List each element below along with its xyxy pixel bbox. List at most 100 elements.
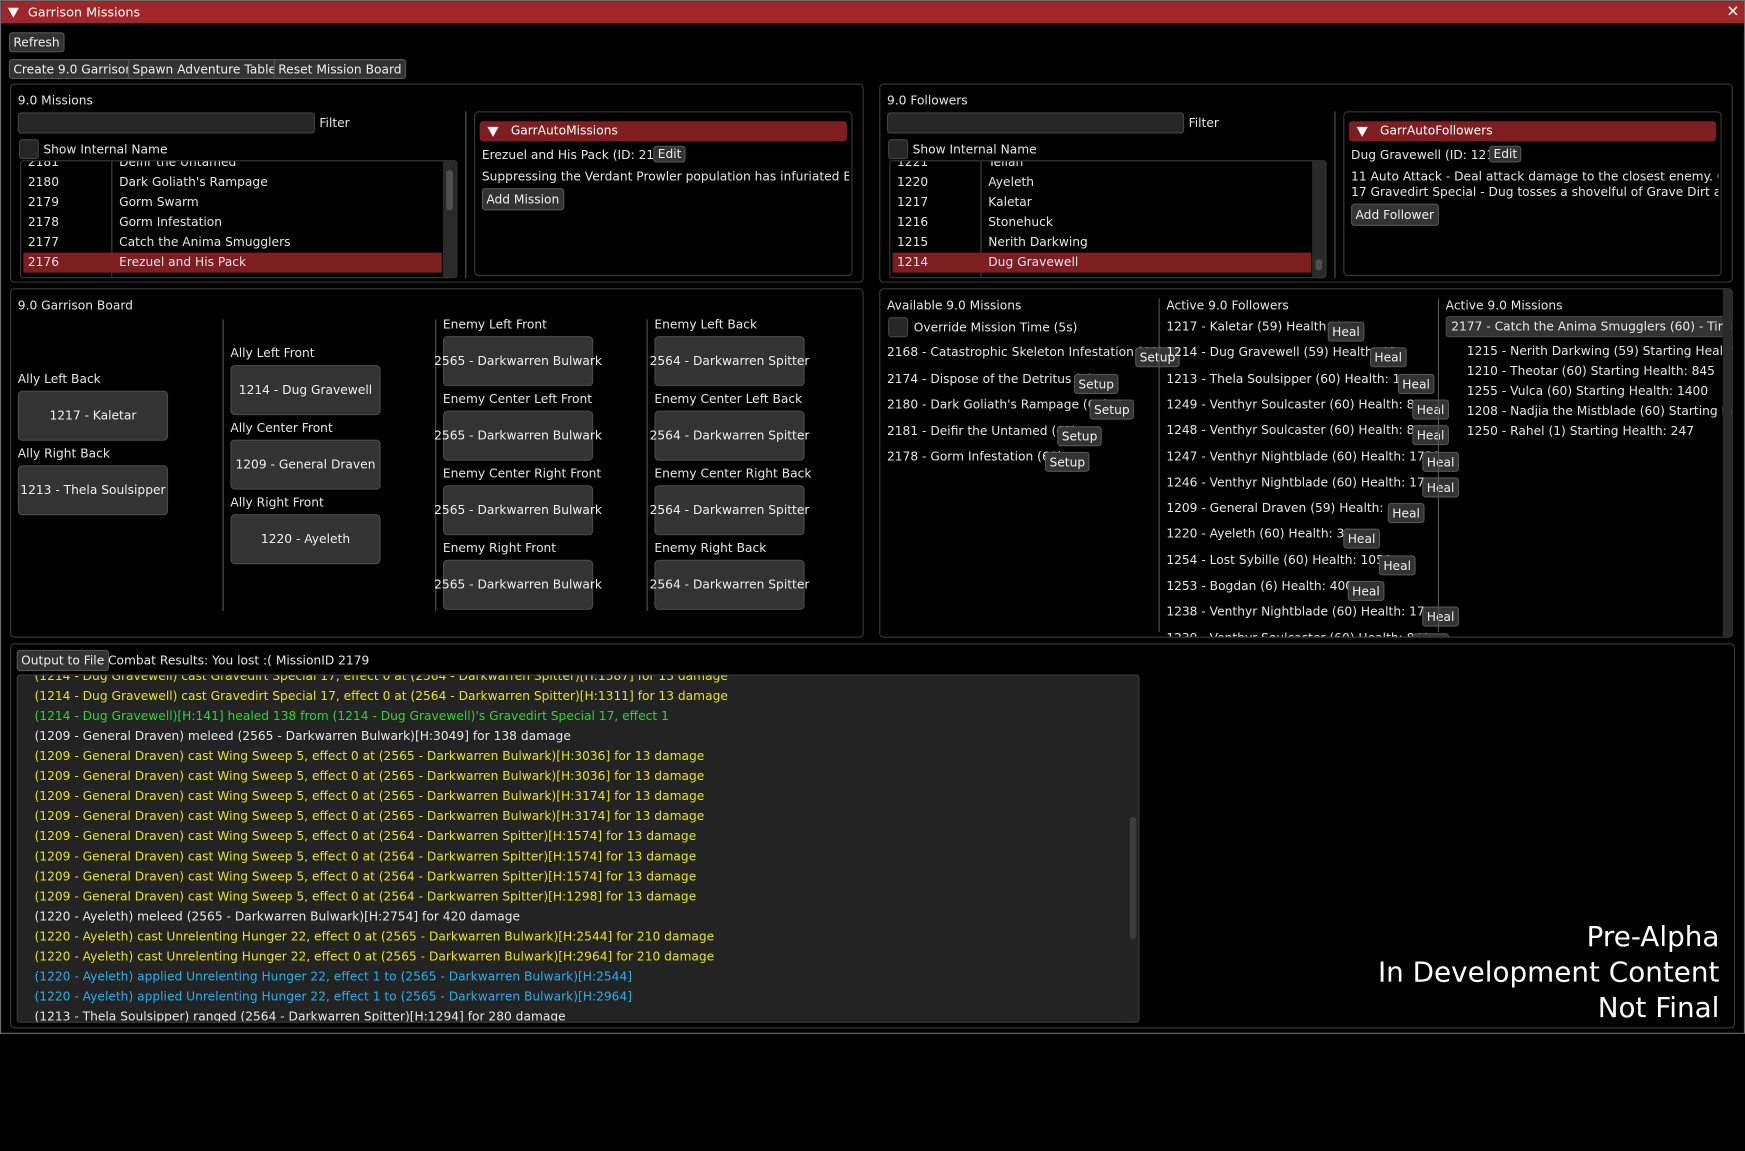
add-mission-button[interactable]: Add Mission (481, 188, 564, 211)
missions-title: 9.0 Missions (17, 93, 93, 108)
list-row[interactable]: 2177 Catch the Anima Smugglers (23, 233, 441, 253)
row-id: 2179 (27, 194, 59, 210)
row-id: 2178 (27, 214, 59, 230)
output-to-file-button[interactable]: Output to File (16, 649, 109, 672)
active-mission-item[interactable]: 2177 - Catch the Anima Smugglers (60) - … (1445, 316, 1732, 338)
list-row[interactable]: 2181 Deifir the Untamed (23, 160, 441, 172)
followers-scrollbar[interactable] (1312, 161, 1326, 278)
log-line: (1209 - General Draven) cast Wing Sweep … (34, 809, 705, 824)
missions-show-internal-checkbox[interactable] (18, 139, 39, 160)
refresh-button[interactable]: Refresh (8, 32, 65, 53)
garr-auto-followers-header[interactable]: GarrAutoFollowers (1348, 121, 1717, 142)
list-row[interactable]: 1215 Nerith Darkwing (893, 233, 1311, 253)
heal-button[interactable]: Heal (1369, 347, 1407, 368)
scroll-thumb[interactable] (446, 170, 453, 211)
board-slot[interactable]: 1217 - Kaletar (17, 390, 169, 441)
board-slot[interactable]: 2564 - Darkwarren Spitter (650, 410, 809, 461)
active-follower: 1239 - Venthyr Soulcaster (60) Health: 8… (1166, 631, 1430, 637)
board-slot[interactable]: 2565 - Darkwarren Bulwark (434, 336, 602, 387)
scroll-thumb[interactable] (1315, 259, 1323, 271)
log-line: (1220 - Ayeleth) applied Unrelenting Hun… (34, 969, 633, 984)
list-row[interactable]: 1221 Teliah (893, 160, 1311, 172)
heal-button[interactable]: Heal (1422, 451, 1459, 472)
status-scrollbar[interactable] (1722, 289, 1732, 637)
title-bar[interactable]: Garrison Missions ✕ (1, 1, 1744, 24)
board-slot[interactable]: 1220 - Ayeleth (230, 514, 381, 565)
board-slot[interactable]: 2564 - Darkwarren Spitter (650, 485, 809, 536)
close-icon[interactable]: ✕ (1726, 3, 1739, 21)
list-row[interactable]: 1220 Ayeleth (893, 172, 1311, 192)
row-name: Deifir the Untamed (119, 160, 237, 170)
heal-button[interactable]: Heal (1412, 632, 1449, 637)
board-slot[interactable]: 2564 - Darkwarren Spitter (650, 336, 809, 387)
heal-button[interactable]: Heal (1378, 554, 1416, 576)
reset-mission-board-button[interactable]: Reset Mission Board (273, 58, 407, 80)
log-line: (1209 - General Draven) cast Wing Sweep … (34, 769, 705, 784)
missions-scrollbar[interactable] (442, 161, 457, 278)
setup-button[interactable]: Setup (1057, 425, 1102, 446)
list-row[interactable]: 1214 Dug Gravewell (892, 252, 1311, 273)
mission-name-line: Erezuel and His Pack (ID: 2176) (481, 148, 675, 163)
add-follower-button[interactable]: Add Follower (1351, 203, 1439, 226)
active-followers-title: Active 9.0 Followers (1166, 298, 1289, 313)
board-slot[interactable]: 1213 - Thela Soulsipper (17, 465, 169, 516)
list-row[interactable]: 2178 Gorm Infestation (23, 213, 441, 233)
active-follower: 1217 - Kaletar (59) Health: 40 (1166, 319, 1350, 334)
heal-button[interactable]: Heal (1387, 503, 1425, 524)
heal-button[interactable]: Heal (1422, 477, 1459, 498)
list-row[interactable]: 1217 Kaletar (893, 193, 1311, 213)
setup-button[interactable]: Setup (1073, 373, 1119, 394)
collapse-triangle-icon[interactable] (7, 7, 19, 18)
log-line: (1220 - Ayeleth) meleed (2565 - Darkwarr… (34, 909, 521, 924)
mission-description: Suppressing the Verdant Prowler populati… (481, 169, 849, 184)
setup-button[interactable]: Setup (1089, 399, 1135, 420)
log-line: (1209 - General Draven) meleed (2565 - D… (34, 728, 571, 744)
active-follower: 1246 - Venthyr Nightblade (60) Health: 1… (1166, 474, 1441, 490)
heal-button[interactable]: Heal (1347, 580, 1385, 601)
override-mission-time-checkbox[interactable] (888, 317, 909, 338)
board-slot[interactable]: 1214 - Dug Gravewell (230, 365, 381, 416)
log-line: (1214 - Dug Gravewell) cast Gravedirt Sp… (34, 688, 728, 704)
row-id: 1216 (896, 214, 929, 230)
list-row[interactable]: 2176 Erezuel and His Pack (23, 252, 442, 273)
board-slot[interactable]: 2564 - Darkwarren Spitter (650, 559, 809, 610)
list-row[interactable]: 2179 Gorm Swarm (23, 193, 441, 213)
spawn-adventure-table-button[interactable]: Spawn Adventure Table (127, 58, 281, 80)
scroll-thumb[interactable] (1129, 816, 1137, 940)
heal-button[interactable]: Heal (1422, 606, 1459, 627)
row-name: Teliah (988, 160, 1024, 170)
board-slot[interactable]: 2565 - Darkwarren Bulwark (434, 559, 602, 610)
list-row[interactable]: 2180 Dark Goliath's Rampage (23, 172, 441, 192)
active-follower: 1253 - Bogdan (6) Health: 400 (1166, 578, 1354, 594)
row-id: 2180 (27, 174, 59, 190)
missions-filter-input[interactable] (17, 112, 315, 134)
followers-show-internal-checkbox[interactable] (888, 139, 909, 160)
list-row[interactable]: 1216 Stonehuck (893, 213, 1311, 233)
board-slot[interactable]: 2565 - Darkwarren Bulwark (434, 410, 602, 461)
heal-button[interactable]: Heal (1412, 425, 1449, 446)
collapse-triangle-icon (1356, 126, 1368, 137)
row-name: Dug Gravewell (988, 254, 1079, 270)
mission-status-panel: Available 9.0 Missions Override Mission … (879, 288, 1733, 638)
divider (465, 111, 467, 279)
followers-filter-input[interactable] (886, 112, 1185, 134)
board-slot[interactable]: 1209 - General Draven (230, 439, 381, 490)
missions-panel: 9.0 Missions Filter Show Internal Name 2… (10, 83, 864, 283)
log-scrollbar[interactable] (1127, 675, 1139, 1022)
log-line: (1220 - Ayeleth) applied Unrelenting Hun… (34, 989, 633, 1004)
setup-button[interactable]: Setup (1045, 451, 1090, 472)
garr-auto-missions-header[interactable]: GarrAutoMissions (479, 121, 847, 142)
header-label: GarrAutoFollowers (1379, 123, 1493, 138)
follower-edit-button[interactable]: Edit (1489, 145, 1522, 163)
heal-button[interactable]: Heal (1343, 529, 1380, 550)
heal-button[interactable]: Heal (1412, 399, 1449, 420)
board-slot[interactable]: 2565 - Darkwarren Bulwark (434, 485, 602, 536)
create-garrison-button[interactable]: Create 9.0 Garrison (8, 58, 138, 80)
mission-edit-button[interactable]: Edit (653, 145, 686, 163)
mission-follower: 1250 - Rahel (1) Starting Health: 247 (1466, 424, 1695, 439)
combat-log[interactable]: (1214 - Dug Gravewell) cast Gravedirt Sp… (16, 674, 1140, 1023)
missions-list: 2181 Deifir the Untamed 2180 Dark Goliath's… (20, 160, 458, 279)
heal-button[interactable]: Heal (1397, 373, 1435, 394)
heal-button[interactable]: Heal (1327, 321, 1365, 342)
slot-label: Ally Left Front (230, 346, 315, 361)
